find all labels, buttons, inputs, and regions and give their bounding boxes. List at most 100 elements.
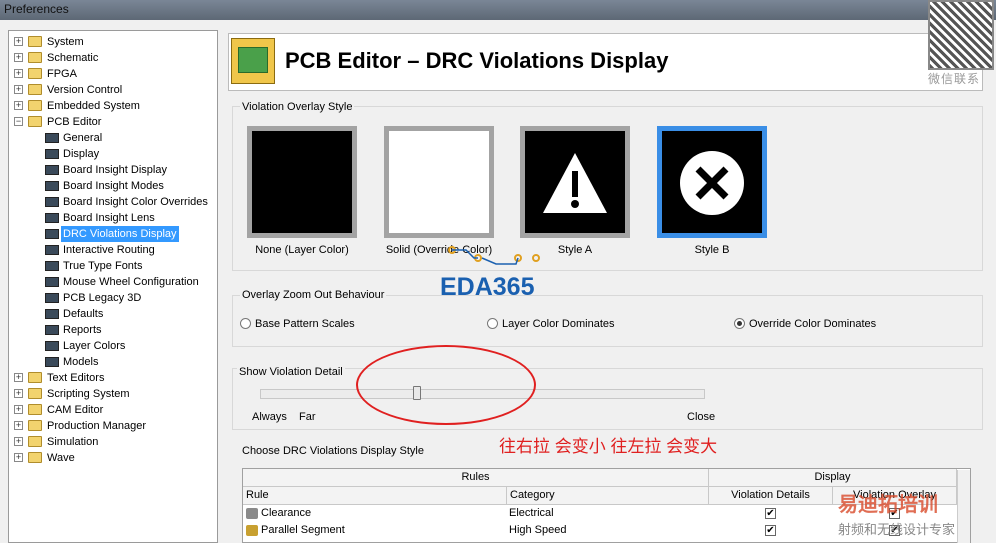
tree-item[interactable]: Interactive Routing (9, 242, 217, 258)
tree-item-label: Wave (47, 452, 75, 464)
rules-group-header: Rules (243, 469, 709, 487)
expand-icon[interactable]: + (14, 421, 23, 430)
folder-icon (28, 84, 42, 95)
tree-item[interactable]: Board Insight Color Overrides (9, 194, 217, 210)
tree-item-label: Interactive Routing (63, 244, 155, 256)
expand-icon[interactable]: + (14, 373, 23, 382)
tree-item[interactable]: + Wave (9, 450, 217, 466)
rule-icon (246, 525, 258, 536)
tree-item[interactable]: + CAM Editor (9, 402, 217, 418)
detail-label: Show Violation Detail (237, 366, 345, 378)
tree-item[interactable]: − PCB Editor (9, 114, 217, 130)
brand-watermark: 易迪拓培训 (838, 494, 938, 516)
tree-item[interactable]: Models (9, 354, 217, 370)
tree-item-label: General (63, 132, 103, 144)
page-icon (45, 229, 59, 239)
tree-item-label: Board Insight Color Overrides (63, 196, 208, 208)
table-group-label: Choose DRC Violations Display Style (240, 445, 426, 457)
rule-name: Parallel Segment (261, 524, 345, 536)
tree-item[interactable]: + Version Control (9, 82, 217, 98)
tree-item[interactable]: + Schematic (9, 50, 217, 66)
page-icon (45, 293, 59, 303)
tree-item-label: PCB Editor (47, 116, 102, 128)
tree-item[interactable]: + Simulation (9, 434, 217, 450)
overlay-style-b-swatch[interactable] (657, 126, 767, 238)
display-group-header: Display (709, 469, 957, 487)
tree-item-label: Models (63, 356, 99, 368)
overlay-style-a-swatch[interactable] (520, 126, 630, 238)
tree-item-label: System (47, 36, 84, 48)
overlay-style-label: Violation Overlay Style (240, 101, 355, 113)
expand-icon[interactable]: + (14, 437, 23, 446)
brand-subtitle: 射频和无线设计专家 (838, 522, 956, 537)
collapse-icon[interactable]: − (14, 117, 23, 126)
x-circle-icon (680, 151, 744, 215)
page-icon (45, 149, 59, 159)
expand-icon[interactable]: + (14, 453, 23, 462)
page-icon (45, 165, 59, 175)
tree-item-label: PCB Legacy 3D (63, 292, 142, 304)
folder-icon (28, 372, 42, 383)
details-checkbox[interactable]: ✔ (765, 525, 776, 536)
expand-icon[interactable]: + (14, 85, 23, 94)
folder-icon (28, 100, 42, 111)
radio-base-pattern[interactable] (240, 318, 251, 329)
expand-icon[interactable]: + (14, 37, 23, 46)
radio-override-color[interactable] (734, 318, 745, 329)
col-rule[interactable]: Rule (243, 487, 507, 505)
overlay-style-b-label: Style B (694, 244, 730, 256)
table-scrollbar[interactable] (957, 470, 970, 543)
expand-icon[interactable]: + (14, 405, 23, 414)
tree-item[interactable]: + Production Manager (9, 418, 217, 434)
tree-item[interactable]: Reports (9, 322, 217, 338)
tree-item-label: Version Control (47, 84, 123, 96)
tree-item[interactable]: Board Insight Display (9, 162, 217, 178)
rule-name: Clearance (261, 507, 312, 519)
preferences-tree[interactable]: + System + Schematic + FPGA + Version Control + E… (8, 30, 218, 543)
overlay-solid-swatch[interactable] (384, 126, 494, 238)
expand-icon[interactable]: + (14, 53, 23, 62)
tree-item[interactable]: Board Insight Lens (9, 210, 217, 226)
tree-item[interactable]: Display (9, 146, 217, 162)
radio-layer-color[interactable] (487, 318, 498, 329)
tree-item[interactable]: DRC Violations Display (9, 226, 217, 242)
tree-item-label: Reports (63, 324, 102, 336)
folder-icon (28, 68, 42, 79)
col-category[interactable]: Category (507, 487, 709, 505)
expand-icon[interactable]: + (14, 69, 23, 78)
pcb-editor-icon (231, 38, 275, 84)
tree-item[interactable]: True Type Fonts (9, 258, 217, 274)
tree-item[interactable]: + FPGA (9, 66, 217, 82)
tree-item[interactable]: Mouse Wheel Configuration (9, 274, 217, 290)
tree-item[interactable]: + System (9, 34, 217, 50)
page-icon (45, 261, 59, 271)
rule-category: High Speed (509, 524, 567, 536)
rule-icon (246, 508, 258, 519)
page-icon (45, 245, 59, 255)
qr-code (928, 0, 994, 70)
zoom-out-label: Overlay Zoom Out Behaviour (240, 289, 387, 301)
tree-item[interactable]: + Scripting System (9, 386, 217, 402)
tree-item-label: Defaults (63, 308, 104, 320)
tree-item[interactable]: PCB Legacy 3D (9, 290, 217, 306)
expand-icon[interactable]: + (14, 389, 23, 398)
tree-item[interactable]: + Embedded System (9, 98, 217, 114)
details-checkbox[interactable]: ✔ (765, 508, 776, 519)
tree-item[interactable]: Board Insight Modes (9, 178, 217, 194)
tree-item[interactable]: General (9, 130, 217, 146)
tree-item[interactable]: Defaults (9, 306, 217, 322)
title-bar: Preferences (0, 0, 996, 20)
col-details[interactable]: Violation Details (709, 487, 833, 505)
slider-far-label: Far (299, 411, 316, 423)
tree-item[interactable]: Layer Colors (9, 338, 217, 354)
radio-layer-color-label: Layer Color Dominates (502, 318, 615, 330)
overlay-none-swatch[interactable] (247, 126, 357, 238)
radio-override-color-label: Override Color Dominates (749, 318, 877, 330)
page-icon (45, 309, 59, 319)
overlay-none-label: None (Layer Color) (255, 244, 349, 256)
rule-category: Electrical (509, 507, 554, 519)
tree-item-label: Layer Colors (63, 340, 126, 352)
tree-item[interactable]: + Text Editors (9, 370, 217, 386)
annotation-circle (356, 345, 536, 425)
expand-icon[interactable]: + (14, 101, 23, 110)
